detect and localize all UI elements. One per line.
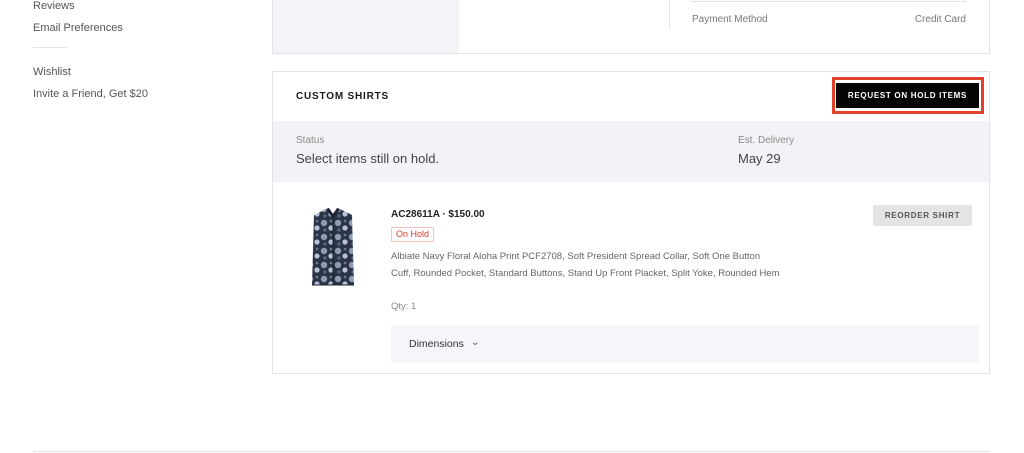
sidebar-divider bbox=[33, 47, 67, 48]
sidebar-item-invite-friend[interactable]: Invite a Friend, Get $20 bbox=[33, 88, 148, 100]
summary-divider bbox=[692, 1, 966, 2]
request-on-hold-items-button[interactable]: REQUEST ON HOLD ITEMS bbox=[836, 83, 979, 108]
status-value: Select items still on hold. bbox=[296, 151, 440, 166]
sidebar-item-email-preferences[interactable]: Email Preferences bbox=[33, 22, 123, 34]
order-image-panel bbox=[273, 0, 459, 53]
sidebar-item-wishlist[interactable]: Wishlist bbox=[33, 66, 71, 78]
sidebar-item-reviews[interactable]: Reviews bbox=[33, 0, 75, 12]
item-sku-price: AC28611A · $150.00 bbox=[391, 209, 485, 220]
item-quantity: Qty: 1 bbox=[391, 301, 417, 312]
reorder-shirt-button[interactable]: REORDER SHIRT bbox=[873, 205, 972, 226]
previous-order-card: Payment Method Credit Card bbox=[272, 0, 990, 54]
custom-shirts-card: CUSTOM SHIRTS REQUEST ON HOLD ITEMS Stat… bbox=[272, 71, 990, 374]
shirt-image[interactable] bbox=[306, 205, 360, 289]
on-hold-badge: On Hold bbox=[391, 227, 435, 242]
footer-divider bbox=[33, 451, 990, 452]
dimensions-toggle[interactable]: Dimensions ⌄ bbox=[391, 326, 979, 363]
payment-method-value: Credit Card bbox=[914, 14, 966, 25]
payment-method-label: Payment Method bbox=[692, 14, 768, 25]
chevron-down-icon: ⌄ bbox=[471, 337, 480, 348]
card-title: CUSTOM SHIRTS bbox=[296, 91, 389, 102]
dimensions-label: Dimensions bbox=[409, 338, 464, 350]
column-divider bbox=[669, 0, 670, 30]
est-delivery-label: Est. Delivery bbox=[738, 135, 795, 146]
status-label: Status bbox=[296, 135, 325, 146]
est-delivery-value: May 29 bbox=[738, 151, 781, 166]
item-description: Albiate Navy Floral Aloha Print PCF2708,… bbox=[391, 251, 780, 279]
status-band: Status Select items still on hold. Est. … bbox=[273, 121, 989, 182]
